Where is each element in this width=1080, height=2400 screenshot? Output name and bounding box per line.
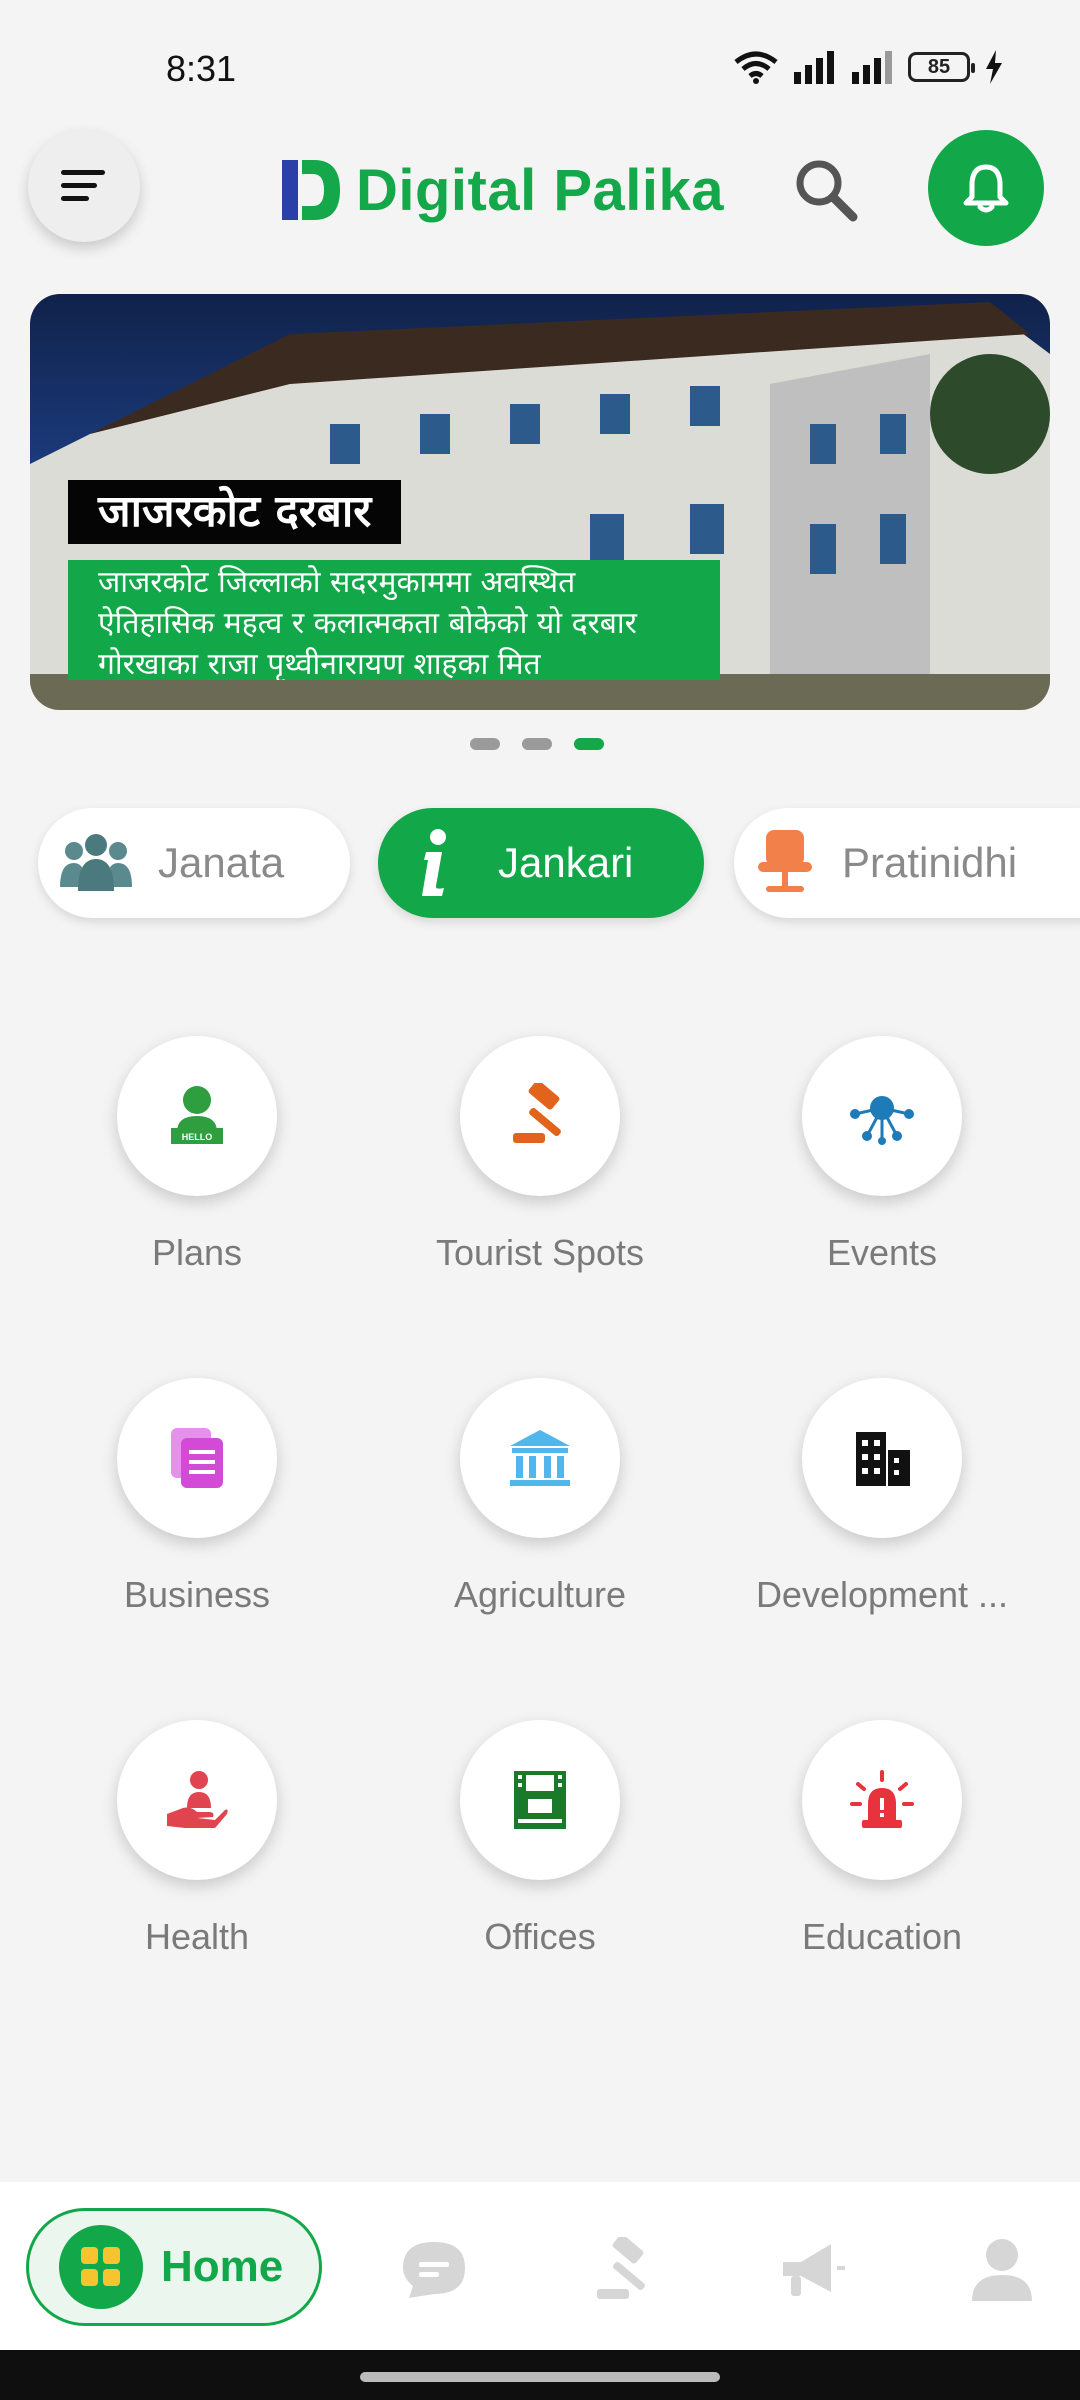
tab-label: Janata — [158, 839, 285, 886]
megaphone-icon — [783, 2244, 845, 2296]
grid-label: Education — [801, 1916, 963, 1957]
banner-title: जाजरकोट दरबार — [68, 480, 402, 544]
grid-item-circle[interactable] — [460, 1378, 620, 1538]
home-indicator[interactable] — [360, 2372, 720, 2382]
network-icon — [850, 1096, 914, 1145]
nav-home[interactable]: Home — [26, 2208, 322, 2326]
grid-item-circle[interactable] — [460, 1036, 620, 1196]
buildings-icon — [856, 1432, 910, 1486]
documents-icon — [171, 1428, 223, 1488]
carousel-dot[interactable] — [470, 738, 500, 750]
people-group-icon — [60, 834, 132, 891]
nav-chat[interactable] — [394, 2230, 474, 2310]
tab-pratinidhi[interactable]: Pratinidhi — [734, 808, 1080, 918]
hand-care-icon — [167, 1771, 228, 1828]
wifi-icon — [734, 51, 778, 84]
tab-label: Jankari — [498, 839, 634, 886]
gavel-icon — [597, 2237, 645, 2299]
grid-label: Health — [144, 1916, 250, 1957]
tab-label: Pratinidhi — [842, 839, 1018, 886]
carousel-dot-active[interactable] — [574, 738, 604, 750]
grid-label: Offices — [484, 1916, 596, 1957]
bell-icon — [963, 164, 1009, 213]
signal-icon-2 — [852, 51, 892, 84]
app-title: Digital Palika — [356, 157, 725, 223]
status-bar: 8:31 85 — [0, 0, 1080, 130]
status-icons: 85 — [734, 50, 1004, 84]
grid-item-tourist-spots[interactable]: Tourist Spots — [370, 1036, 710, 1274]
info-icon — [422, 829, 446, 896]
notification-button[interactable] — [928, 130, 1044, 246]
home-grid-icon — [59, 2225, 143, 2309]
grid-item-offices[interactable]: Offices — [370, 1720, 710, 1958]
digital-palika-logo-icon — [282, 160, 340, 220]
search-icon — [796, 160, 858, 222]
grid-item-circle[interactable]: HELLO — [117, 1036, 277, 1196]
grid-item-education[interactable]: Education — [712, 1720, 1052, 1958]
banner-carousel[interactable]: जाजरकोट दरबार जाजरकोट जिल्लाको सदरमुकामम… — [30, 294, 1050, 710]
grid-item-circle[interactable] — [802, 1378, 962, 1538]
grid-item-circle[interactable] — [460, 1720, 620, 1880]
nav-home-label: Home — [161, 2242, 284, 2291]
grid-item-agriculture[interactable]: Agriculture — [370, 1378, 710, 1616]
grid-item-health[interactable]: Health — [27, 1720, 367, 1958]
search-button[interactable] — [786, 150, 866, 230]
grid-label: Plans — [151, 1232, 243, 1273]
carousel-indicator — [470, 738, 604, 750]
svg-text:HELLO: HELLO — [182, 1132, 213, 1142]
menu-button[interactable] — [28, 130, 140, 242]
banner-description: जाजरकोट जिल्लाको सदरमुकाममा अवस्थित ऐतिह… — [68, 560, 720, 680]
charging-icon — [986, 50, 1002, 84]
nav-profile[interactable] — [962, 2230, 1042, 2310]
chat-icon — [403, 2242, 465, 2298]
hamburger-icon — [61, 170, 105, 201]
bank-icon — [510, 1430, 570, 1486]
grid-item-circle[interactable] — [802, 1720, 962, 1880]
chair-icon — [758, 830, 812, 892]
grid-label: Business — [123, 1574, 271, 1615]
grid-item-circle[interactable] — [802, 1036, 962, 1196]
gavel-icon — [513, 1083, 561, 1143]
alarm-light-icon — [850, 1770, 914, 1828]
grid-item-circle[interactable] — [117, 1720, 277, 1880]
grid-item-events[interactable]: Events — [712, 1036, 1052, 1274]
signal-icon — [794, 51, 834, 84]
tab-janata[interactable]: Janata — [38, 808, 350, 918]
grid-item-development[interactable]: Development ... — [712, 1378, 1052, 1616]
grid-item-plans[interactable]: HELLO Plans — [27, 1036, 367, 1274]
grid-item-business[interactable]: Business — [27, 1378, 367, 1616]
nav-gavel[interactable] — [584, 2230, 664, 2310]
film-office-icon — [514, 1771, 566, 1829]
grid-label: Agriculture — [453, 1574, 627, 1615]
nav-announcements[interactable] — [772, 2230, 852, 2310]
system-gesture-bar — [0, 2350, 1080, 2400]
tab-jankari[interactable]: Jankari — [378, 808, 704, 918]
hello-person-icon: HELLO — [171, 1086, 223, 1144]
carousel-dot[interactable] — [522, 738, 552, 750]
grid-item-circle[interactable] — [117, 1378, 277, 1538]
profile-icon — [972, 2239, 1032, 2301]
status-time: 8:31 — [166, 48, 237, 89]
grid-label: Tourist Spots — [435, 1232, 645, 1273]
bottom-navigation: Home — [0, 2182, 1080, 2350]
battery-indicator: 85 — [908, 52, 975, 82]
grid-label: Development ... — [755, 1574, 1009, 1615]
app-logo: Digital Palika — [280, 150, 724, 230]
grid-label: Events — [826, 1232, 938, 1273]
